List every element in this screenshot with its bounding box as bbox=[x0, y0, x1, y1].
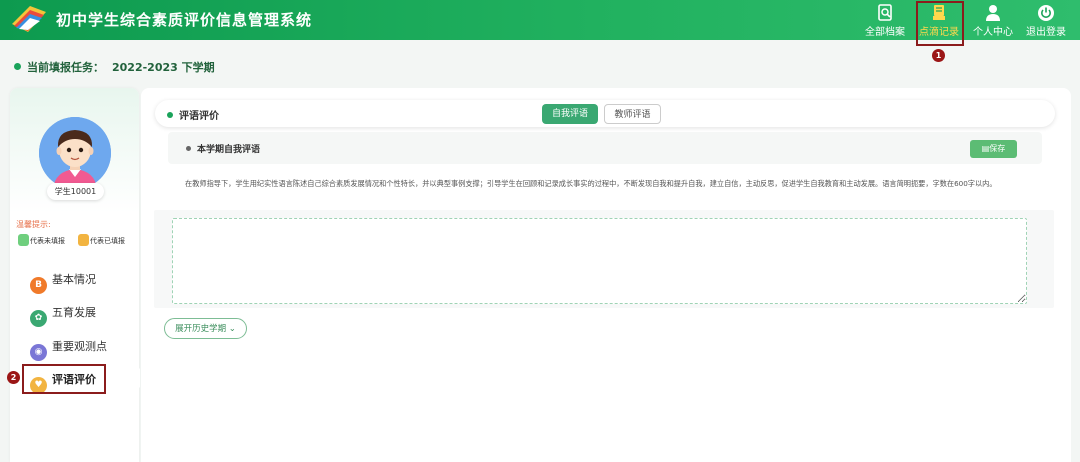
menu-five-development[interactable]: ✿ 五育发展 bbox=[30, 302, 96, 327]
filled-marker-icon bbox=[78, 234, 89, 246]
basic-info-icon: B bbox=[30, 277, 47, 294]
step2-badge: 2 bbox=[7, 371, 20, 384]
five-development-icon: ✿ bbox=[30, 310, 47, 327]
app-title: 初中学生综合素质评价信息管理系统 bbox=[56, 11, 313, 29]
bullet-icon bbox=[167, 112, 173, 118]
legend-unfilled-label: 代表未填报 bbox=[30, 237, 65, 245]
menu-basic-info[interactable]: B 基本情况 bbox=[30, 269, 96, 294]
app-logo-icon bbox=[12, 6, 46, 32]
self-comment-header: 本学期自我评语 ▤保存 bbox=[168, 132, 1042, 164]
step1-badge: 1 bbox=[932, 49, 945, 62]
student-avatar bbox=[39, 117, 111, 189]
student-name: 学生10001 bbox=[47, 183, 104, 200]
main-content: 评语评价 自我评语 教师评语 本学期自我评语 ▤保存 在教师指导下，学生用纪实性… bbox=[141, 88, 1071, 462]
menu-label: 五育发展 bbox=[52, 306, 96, 319]
menu-label: 基本情况 bbox=[52, 273, 96, 286]
current-task: 当前填报任务： 2022-2023 下学期 bbox=[14, 59, 215, 75]
observation-point-icon: ◉ bbox=[30, 344, 47, 361]
comment-input-area bbox=[154, 210, 1054, 308]
legend-unfilled: 代表未填报 bbox=[18, 234, 65, 246]
bullet-icon bbox=[186, 146, 191, 151]
self-comment-textarea[interactable] bbox=[172, 218, 1027, 304]
sub-title-text: 本学期自我评语 bbox=[197, 145, 261, 155]
user-icon bbox=[986, 5, 1000, 21]
instructions-text: 在教师指导下，学生用纪实性语言陈述自己综合素质发展情况和个性特长，并以典型事例支… bbox=[185, 179, 997, 188]
tab-self-comment[interactable]: 自我评语 bbox=[542, 104, 598, 124]
save-button[interactable]: ▤保存 bbox=[970, 140, 1017, 158]
bullet-icon bbox=[14, 63, 21, 70]
chevron-down-icon: ⌄ bbox=[228, 324, 236, 334]
menu-observation-points[interactable]: ◉ 重要观测点 bbox=[30, 336, 107, 361]
power-icon bbox=[1038, 5, 1054, 21]
unfilled-marker-icon bbox=[18, 234, 29, 246]
sub-title: 本学期自我评语 bbox=[186, 142, 260, 155]
nav-label: 退出登录 bbox=[1026, 27, 1066, 38]
legend-filled-label: 代表已填报 bbox=[90, 237, 125, 245]
menu-label: 重要观测点 bbox=[52, 340, 107, 353]
section-title-text: 评语评价 bbox=[179, 111, 219, 122]
step2-highlight-box bbox=[22, 364, 106, 394]
task-label: 当前填报任务： bbox=[27, 61, 104, 74]
nav-personal-center[interactable]: 个人中心 bbox=[968, 3, 1018, 38]
nav-label: 全部档案 bbox=[865, 27, 905, 38]
nav-all-archives[interactable]: 全部档案 bbox=[860, 3, 910, 38]
save-label: 保存 bbox=[989, 144, 1006, 153]
active-menu-pointer bbox=[130, 368, 140, 388]
tab-teacher-comment[interactable]: 教师评语 bbox=[604, 104, 661, 124]
nav-logout[interactable]: 退出登录 bbox=[1021, 3, 1071, 38]
task-value: 2022-2023 下学期 bbox=[112, 61, 215, 74]
step1-highlight-box bbox=[916, 1, 964, 46]
expand-history-label: 展开历史学期 bbox=[175, 324, 227, 334]
section-title: 评语评价 bbox=[167, 107, 219, 122]
avatar-illustration-icon bbox=[39, 117, 111, 189]
tips-label: 温馨提示: bbox=[16, 220, 51, 229]
left-sidebar: 学生10001 温馨提示: 代表未填报 代表已填报 B 基本情况 ✿ 五育发展 ◉ 重… bbox=[10, 88, 139, 462]
archive-search-icon bbox=[878, 4, 892, 21]
section-tab-bar: 评语评价 自我评语 教师评语 bbox=[155, 100, 1055, 127]
legend-filled: 代表已填报 bbox=[78, 234, 125, 246]
expand-history-button[interactable]: 展开历史学期 ⌄ bbox=[164, 318, 247, 339]
nav-label: 个人中心 bbox=[973, 27, 1013, 38]
